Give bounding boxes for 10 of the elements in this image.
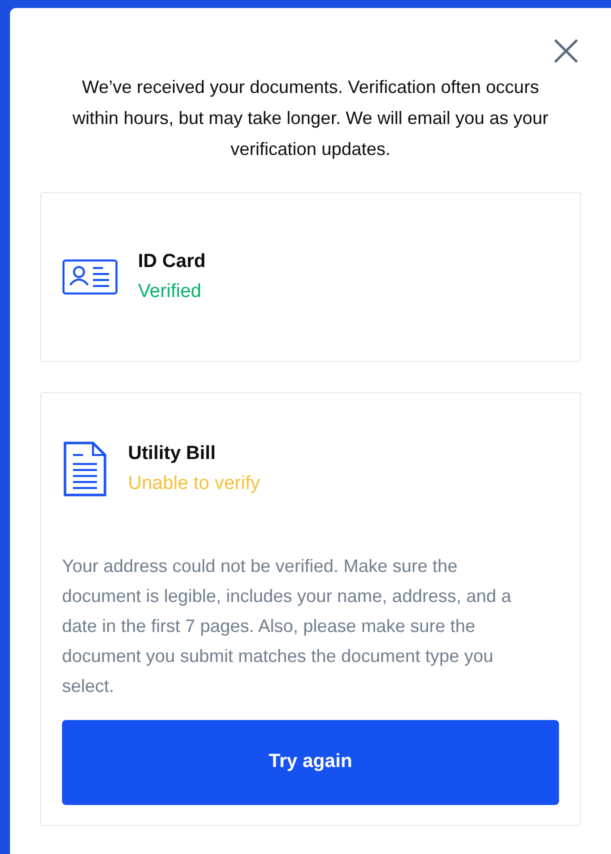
document-title: Utility Bill <box>128 442 217 466</box>
status-message: Your address could not be verified. Make sure the document is legible, includes your name, address, and a date in the first 7 pages. Also, please make sure the document you submit matches the document type you select. <box>62 555 512 698</box>
document-status: Verified <box>138 280 202 304</box>
try-again-button[interactable]: Try again <box>62 720 559 805</box>
id-card-icon <box>62 259 118 295</box>
document-icon <box>62 441 108 497</box>
document-status: Unable to verify <box>128 472 260 496</box>
close-icon <box>553 38 579 64</box>
document-title: ID Card <box>138 250 206 274</box>
intro-text: We’ve received your documents. Verification often occurs within hours, but may take longer. We will email you as your verification updates. <box>72 76 550 161</box>
